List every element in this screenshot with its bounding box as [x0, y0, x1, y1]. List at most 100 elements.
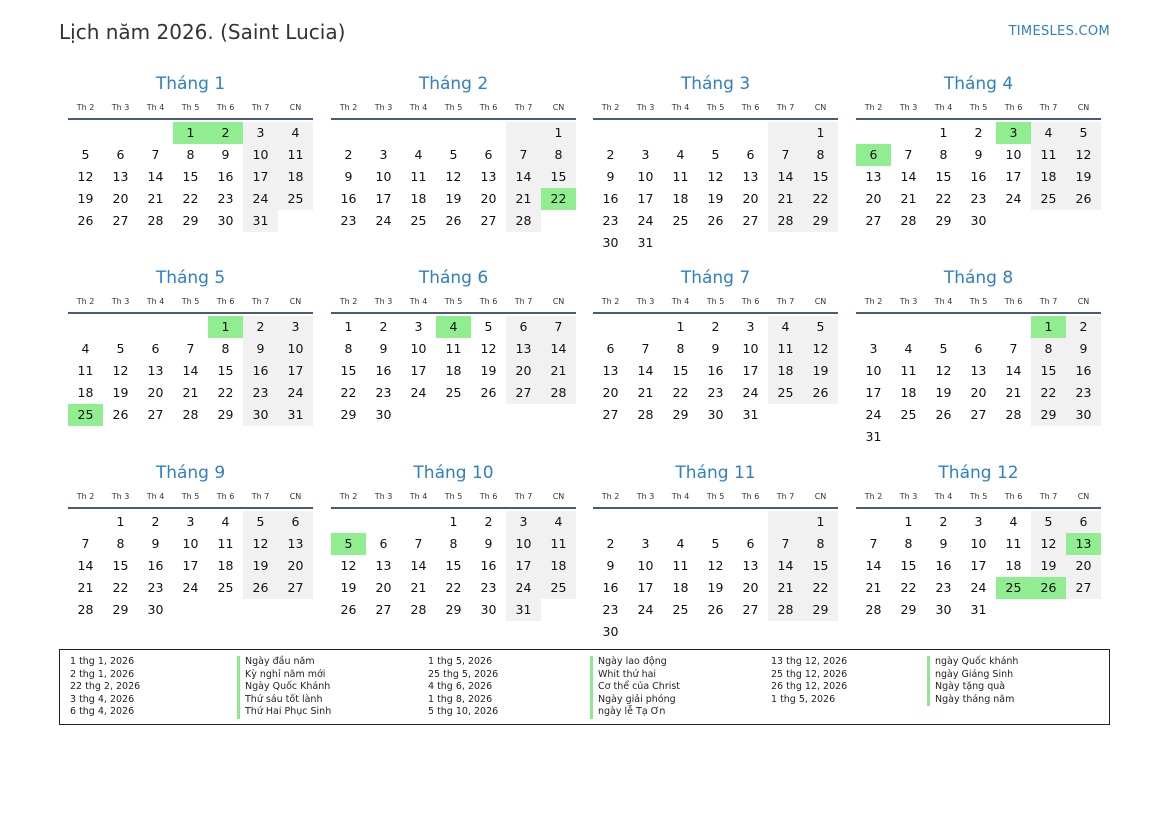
day-cell[interactable]: 15: [803, 166, 838, 188]
day-cell[interactable]: 26: [331, 599, 366, 621]
day-cell[interactable]: 30: [926, 599, 961, 621]
day-cell[interactable]: 10: [366, 166, 401, 188]
holiday-day-cell[interactable]: 25: [996, 577, 1031, 599]
day-cell[interactable]: 2: [243, 316, 278, 338]
day-cell[interactable]: 24: [856, 404, 891, 426]
day-cell[interactable]: 23: [1066, 382, 1101, 404]
day-cell[interactable]: 28: [996, 404, 1031, 426]
day-cell[interactable]: 19: [68, 188, 103, 210]
day-cell[interactable]: 1: [803, 122, 838, 144]
day-cell[interactable]: 30: [593, 621, 628, 643]
day-cell[interactable]: 6: [593, 338, 628, 360]
day-cell[interactable]: 24: [733, 382, 768, 404]
day-cell[interactable]: 26: [1066, 188, 1101, 210]
day-cell[interactable]: 13: [471, 166, 506, 188]
day-cell[interactable]: 29: [926, 210, 961, 232]
day-cell[interactable]: 8: [1031, 338, 1066, 360]
day-cell[interactable]: 20: [593, 382, 628, 404]
day-cell[interactable]: 22: [1031, 382, 1066, 404]
day-cell[interactable]: 2: [698, 316, 733, 338]
day-cell[interactable]: 13: [856, 166, 891, 188]
day-cell[interactable]: 26: [698, 599, 733, 621]
day-cell[interactable]: 25: [436, 382, 471, 404]
day-cell[interactable]: 21: [891, 188, 926, 210]
day-cell[interactable]: 4: [663, 144, 698, 166]
day-cell[interactable]: 10: [628, 166, 663, 188]
day-cell[interactable]: 26: [436, 210, 471, 232]
day-cell[interactable]: 26: [926, 404, 961, 426]
day-cell[interactable]: 16: [593, 188, 628, 210]
day-cell[interactable]: 13: [103, 166, 138, 188]
day-cell[interactable]: 31: [506, 599, 541, 621]
day-cell[interactable]: 24: [278, 382, 313, 404]
day-cell[interactable]: 12: [1066, 144, 1101, 166]
day-cell[interactable]: 18: [663, 577, 698, 599]
day-cell[interactable]: 21: [138, 188, 173, 210]
holiday-day-cell[interactable]: 4: [436, 316, 471, 338]
day-cell[interactable]: 3: [961, 511, 996, 533]
day-cell[interactable]: 28: [541, 382, 576, 404]
day-cell[interactable]: 24: [366, 210, 401, 232]
day-cell[interactable]: 25: [768, 382, 803, 404]
day-cell[interactable]: 3: [628, 144, 663, 166]
day-cell[interactable]: 29: [331, 404, 366, 426]
day-cell[interactable]: 13: [961, 360, 996, 382]
day-cell[interactable]: 18: [996, 555, 1031, 577]
day-cell[interactable]: 9: [593, 555, 628, 577]
day-cell[interactable]: 12: [68, 166, 103, 188]
day-cell[interactable]: 5: [926, 338, 961, 360]
day-cell[interactable]: 12: [471, 338, 506, 360]
day-cell[interactable]: 12: [698, 166, 733, 188]
day-cell[interactable]: 25: [278, 188, 313, 210]
day-cell[interactable]: 11: [891, 360, 926, 382]
day-cell[interactable]: 23: [926, 577, 961, 599]
day-cell[interactable]: 8: [803, 533, 838, 555]
day-cell[interactable]: 29: [803, 210, 838, 232]
day-cell[interactable]: 22: [331, 382, 366, 404]
day-cell[interactable]: 7: [768, 144, 803, 166]
day-cell[interactable]: 2: [593, 144, 628, 166]
day-cell[interactable]: 5: [471, 316, 506, 338]
day-cell[interactable]: 29: [436, 599, 471, 621]
day-cell[interactable]: 13: [593, 360, 628, 382]
day-cell[interactable]: 5: [243, 511, 278, 533]
day-cell[interactable]: 30: [208, 210, 243, 232]
day-cell[interactable]: 21: [68, 577, 103, 599]
day-cell[interactable]: 27: [733, 599, 768, 621]
day-cell[interactable]: 28: [891, 210, 926, 232]
day-cell[interactable]: 22: [663, 382, 698, 404]
day-cell[interactable]: 20: [138, 382, 173, 404]
day-cell[interactable]: 10: [733, 338, 768, 360]
day-cell[interactable]: 10: [996, 144, 1031, 166]
site-link[interactable]: TIMESLES.COM: [1009, 24, 1110, 39]
day-cell[interactable]: 27: [278, 577, 313, 599]
day-cell[interactable]: 19: [103, 382, 138, 404]
day-cell[interactable]: 23: [593, 599, 628, 621]
day-cell[interactable]: 1: [436, 511, 471, 533]
day-cell[interactable]: 16: [331, 188, 366, 210]
day-cell[interactable]: 7: [768, 533, 803, 555]
day-cell[interactable]: 28: [173, 404, 208, 426]
day-cell[interactable]: 8: [103, 533, 138, 555]
day-cell[interactable]: 19: [331, 577, 366, 599]
day-cell[interactable]: 19: [471, 360, 506, 382]
day-cell[interactable]: 3: [506, 511, 541, 533]
day-cell[interactable]: 18: [891, 382, 926, 404]
day-cell[interactable]: 16: [366, 360, 401, 382]
day-cell[interactable]: 2: [926, 511, 961, 533]
day-cell[interactable]: 14: [506, 166, 541, 188]
day-cell[interactable]: 31: [961, 599, 996, 621]
day-cell[interactable]: 5: [103, 338, 138, 360]
day-cell[interactable]: 10: [856, 360, 891, 382]
day-cell[interactable]: 3: [628, 533, 663, 555]
day-cell[interactable]: 23: [138, 577, 173, 599]
day-cell[interactable]: 2: [366, 316, 401, 338]
day-cell[interactable]: 22: [803, 188, 838, 210]
day-cell[interactable]: 14: [856, 555, 891, 577]
day-cell[interactable]: 5: [68, 144, 103, 166]
day-cell[interactable]: 20: [103, 188, 138, 210]
day-cell[interactable]: 2: [471, 511, 506, 533]
day-cell[interactable]: 12: [926, 360, 961, 382]
day-cell[interactable]: 28: [768, 599, 803, 621]
day-cell[interactable]: 21: [173, 382, 208, 404]
